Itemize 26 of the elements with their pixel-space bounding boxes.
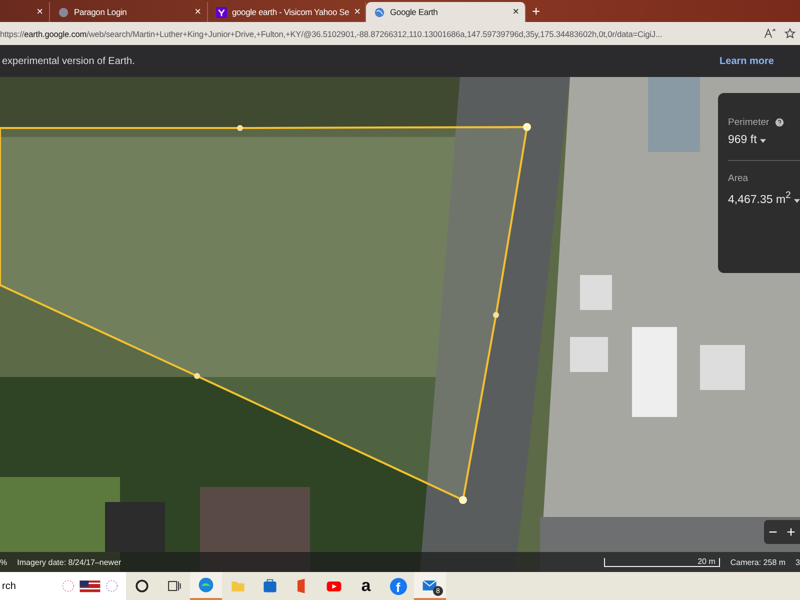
- read-aloud-icon[interactable]: [764, 28, 776, 39]
- browser-tab[interactable]: Google Earth ×: [366, 2, 526, 22]
- help-icon[interactable]: [775, 118, 784, 127]
- imagery-date: Imagery date: 8/24/17–newer: [17, 558, 122, 566]
- status-text: %: [0, 558, 8, 566]
- perimeter-label: Perimeter: [728, 117, 770, 128]
- camera-altitude: Camera: 258 m: [730, 558, 786, 566]
- area-value-dropdown[interactable]: 4,467.35 m$^{2}$: [728, 190, 800, 206]
- amazon-taskbar-icon[interactable]: a: [350, 572, 382, 600]
- learn-more-link[interactable]: Learn more: [720, 56, 774, 66]
- status-text: 3: [796, 558, 800, 566]
- area-label: Area: [728, 173, 748, 184]
- y-logo-icon: [216, 6, 227, 18]
- new-tab-button[interactable]: +: [532, 3, 540, 19]
- star-icon[interactable]: [784, 28, 796, 39]
- caret-icon: [760, 139, 766, 143]
- zoom-out-button[interactable]: −: [764, 520, 782, 544]
- earth-icon: [374, 6, 385, 18]
- caret-icon: [794, 198, 800, 203]
- scale-bar: 20 m: [604, 558, 720, 566]
- perimeter-value-dropdown[interactable]: 969 ft: [728, 134, 766, 146]
- search-field[interactable]: rch: [0, 572, 126, 600]
- globe-icon: [58, 6, 69, 18]
- banner-text: experimental version of Earth.: [2, 56, 135, 66]
- measured-area-outline[interactable]: [0, 123, 531, 504]
- zoom-in-button[interactable]: +: [782, 520, 800, 544]
